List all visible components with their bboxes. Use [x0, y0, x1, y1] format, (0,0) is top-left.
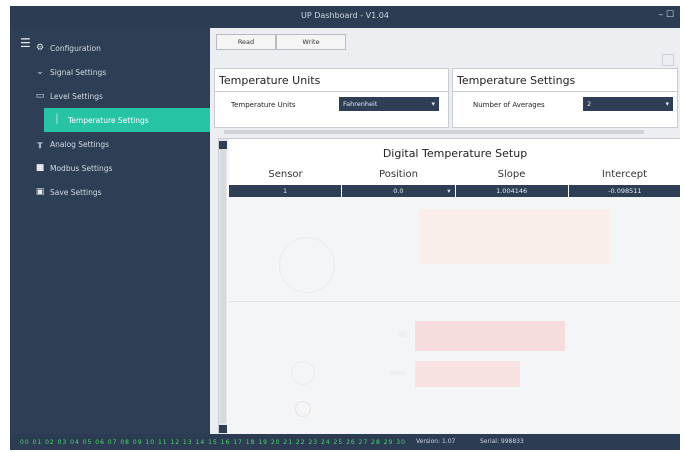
background-ghost [295, 401, 311, 417]
thermometer-icon: │ [54, 115, 60, 125]
save-icon: ▣ [35, 187, 45, 197]
panel-title: Temperature Units [219, 74, 321, 87]
status-leds: 00 01 02 03 04 05 06 07 08 09 10 11 12 1… [20, 439, 406, 446]
sidebar-item-label: Signal Settings [50, 67, 107, 77]
title-bar: UP Dashboard - V1.04 – ☐ [10, 6, 680, 28]
digital-setup-title: Digital Temperature Setup [382, 147, 528, 160]
temperature-units-select[interactable]: Fahrenheit ▾ [339, 97, 439, 111]
sidebar-item-label: Level Settings [50, 91, 103, 101]
temperature-settings-panel: Temperature Settings Number of Averages … [452, 68, 678, 128]
select-value: Fahrenheit [343, 100, 378, 108]
device-icon: ■ [35, 163, 45, 173]
scroll-thumb[interactable] [220, 149, 226, 423]
gear-icon: ⚙ [35, 43, 45, 53]
sidebar-item-label: Configuration [50, 43, 101, 53]
chevron-down-icon: ⌄ [36, 67, 44, 77]
read-button[interactable]: Read [216, 34, 276, 50]
bars-icon: ▭ [35, 91, 45, 101]
sidebar-item-signal-settings[interactable]: ⌄ Signal Settings [10, 60, 210, 84]
chevron-down-icon: ▾ [431, 100, 435, 108]
digital-setup-area: Digital Temperature Setup Sensor Positio… [218, 138, 680, 434]
cell-slope[interactable]: 1.004146 [456, 185, 569, 197]
vertical-scrollbar[interactable] [219, 139, 227, 434]
field-label: Temperature Units [231, 101, 296, 109]
background-ghost [389, 371, 405, 375]
write-button[interactable]: Write [276, 34, 346, 50]
background-ghost [291, 361, 315, 385]
app-window: UP Dashboard - V1.04 – ☐ ☰ ⚙ Configurati… [10, 6, 680, 450]
sidebar-item-save-settings[interactable]: ▣ Save Settings [10, 180, 210, 204]
sidebar-item-label: Modbus Settings [50, 163, 113, 173]
sidebar-item-temperature-settings[interactable]: │ Temperature Settings [44, 108, 217, 132]
sidebar-item-modbus-settings[interactable]: ■ Modbus Settings [10, 156, 210, 180]
sidebar-item-label: Temperature Settings [68, 115, 149, 125]
main-content: Read Write Temperature Units Temperature… [210, 28, 680, 434]
status-bar: 00 01 02 03 04 05 06 07 08 09 10 11 12 1… [10, 434, 680, 450]
digital-temperature-setup: Digital Temperature Setup Sensor Positio… [229, 139, 680, 197]
cell-position[interactable]: 0.0 ▾ [342, 185, 456, 197]
sidebar-item-configuration[interactable]: ⚙ Configuration [10, 36, 210, 60]
stand-icon: ╥ [37, 139, 43, 149]
background-ghost [415, 321, 565, 351]
background-ghost-box [662, 54, 674, 66]
position-value: 0.0 [393, 187, 404, 195]
column-header-sensor: Sensor [268, 169, 303, 180]
panel-title: Temperature Settings [457, 74, 576, 87]
column-header-slope: Slope [497, 169, 526, 180]
background-ghost [419, 209, 609, 264]
background-ghost [415, 361, 520, 387]
field-label: Number of Averages [473, 101, 545, 109]
version-label: Version: 1.07 [416, 438, 456, 445]
scroll-down-button[interactable] [219, 425, 227, 433]
sidebar-item-analog-settings[interactable]: ╥ Analog Settings [10, 132, 210, 156]
number-of-averages-select[interactable]: 2 ▾ [583, 97, 673, 111]
background-ghost [399, 331, 407, 337]
background-slider-track [224, 130, 644, 134]
cell-intercept[interactable]: -0.098511 [569, 185, 680, 197]
serial-label: Serial: 998833 [480, 438, 524, 445]
divider [215, 91, 448, 92]
background-ghost [229, 301, 680, 302]
sidebar-nav: ⚙ Configuration ⌄ Signal Settings ▭ Leve… [10, 36, 217, 204]
sidebar: ☰ ⚙ Configuration ⌄ Signal Settings ▭ Le… [10, 28, 217, 434]
window-controls[interactable]: – ☐ [659, 10, 674, 20]
temperature-units-panel: Temperature Units Temperature Units Fahr… [214, 68, 449, 128]
chevron-down-icon: ▾ [447, 187, 451, 195]
background-ghost [279, 237, 335, 293]
chevron-down-icon: ▾ [665, 100, 669, 108]
select-value: 2 [587, 100, 592, 108]
column-header-intercept: Intercept [601, 169, 648, 180]
table-row[interactable]: 1 0.0 ▾ 1.004146 -0.098511 [229, 185, 680, 197]
divider [453, 91, 677, 92]
cell-sensor: 1 [229, 185, 343, 197]
sidebar-item-label: Save Settings [50, 187, 102, 197]
column-header-position: Position [379, 169, 418, 180]
sidebar-item-label: Analog Settings [50, 139, 110, 149]
scroll-up-button[interactable] [219, 141, 227, 149]
sidebar-item-level-settings[interactable]: ▭ Level Settings [10, 84, 210, 108]
window-title: UP Dashboard - V1.04 [301, 11, 389, 20]
table-header: Sensor Position Slope Intercept [229, 169, 680, 183]
